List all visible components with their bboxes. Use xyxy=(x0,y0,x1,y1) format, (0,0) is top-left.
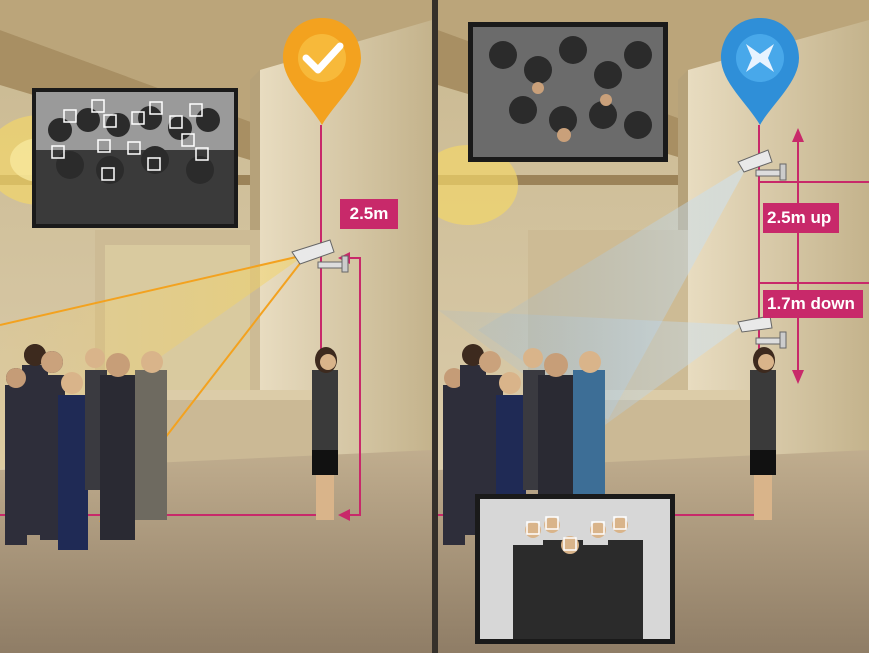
height-label: 2.5m xyxy=(340,199,398,229)
crowd-photo-face-detection xyxy=(32,88,238,228)
frontal-crowd-photo-face-detection xyxy=(475,494,675,644)
lower-camera-height-label: 1.7m down xyxy=(763,290,863,318)
left-scene: 2.5m xyxy=(0,0,432,653)
crowd-group xyxy=(5,344,167,550)
overhead-crowd-photo xyxy=(468,22,668,162)
left-scene-art xyxy=(0,0,432,653)
right-scene-art xyxy=(438,0,869,653)
comparison-illustration: 2.5m 2.5m up 1.7m down xyxy=(0,0,869,653)
right-scene: 2.5m up 1.7m down xyxy=(438,0,869,653)
upper-camera-height-label: 2.5m up xyxy=(763,203,840,233)
